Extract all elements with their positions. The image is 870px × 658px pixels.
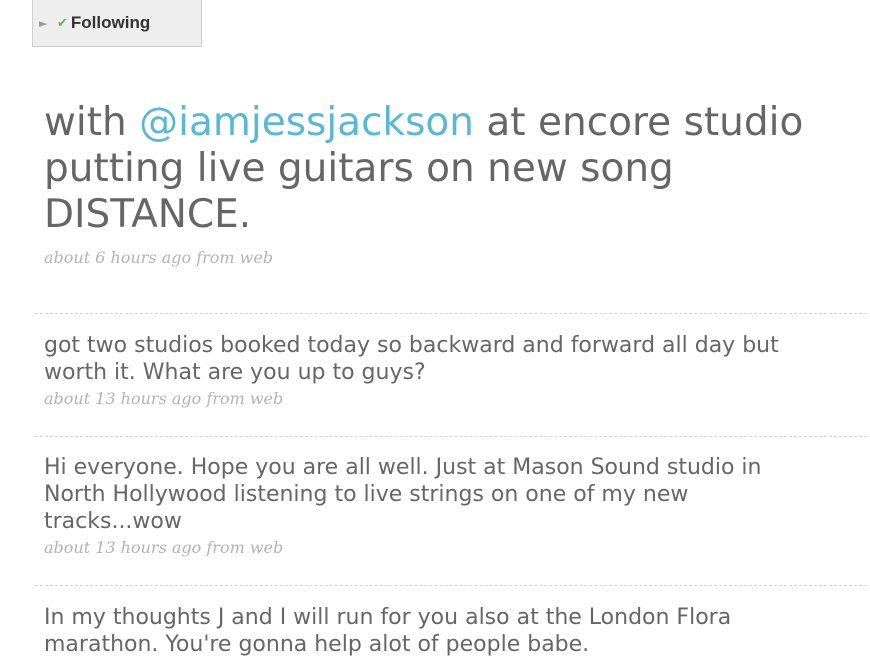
status-item: got two studios booked today so backward…: [44, 332, 824, 410]
status-item: In my thoughts J and I will run for you …: [44, 604, 824, 658]
status-divider: [35, 585, 867, 586]
mention-link[interactable]: @iamjessjackson: [139, 100, 474, 145]
featured-text-before: with: [44, 100, 140, 145]
status-text: got two studios booked today so backward…: [44, 333, 779, 385]
status-item: Hi everyone. Hope you are all well. Just…: [44, 454, 824, 559]
status-meta[interactable]: about 13 hours ago from web: [44, 388, 824, 410]
featured-status-meta[interactable]: about 6 hours ago from web: [44, 248, 273, 267]
status-divider: [35, 436, 867, 437]
checkmark-icon: ✔: [57, 15, 68, 31]
status-divider: [35, 313, 867, 314]
expand-arrow-icon[interactable]: ►: [39, 17, 57, 30]
following-label: Following: [70, 13, 151, 32]
status-text: Hi everyone. Hope you are all well. Just…: [44, 455, 762, 534]
status-text: In my thoughts J and I will run for you …: [44, 605, 732, 657]
following-button[interactable]: ► ✔ Following: [32, 0, 202, 47]
featured-status-text: with @iamjessjackson at encore studio pu…: [44, 100, 844, 238]
status-meta[interactable]: about 13 hours ago from web: [44, 537, 824, 559]
